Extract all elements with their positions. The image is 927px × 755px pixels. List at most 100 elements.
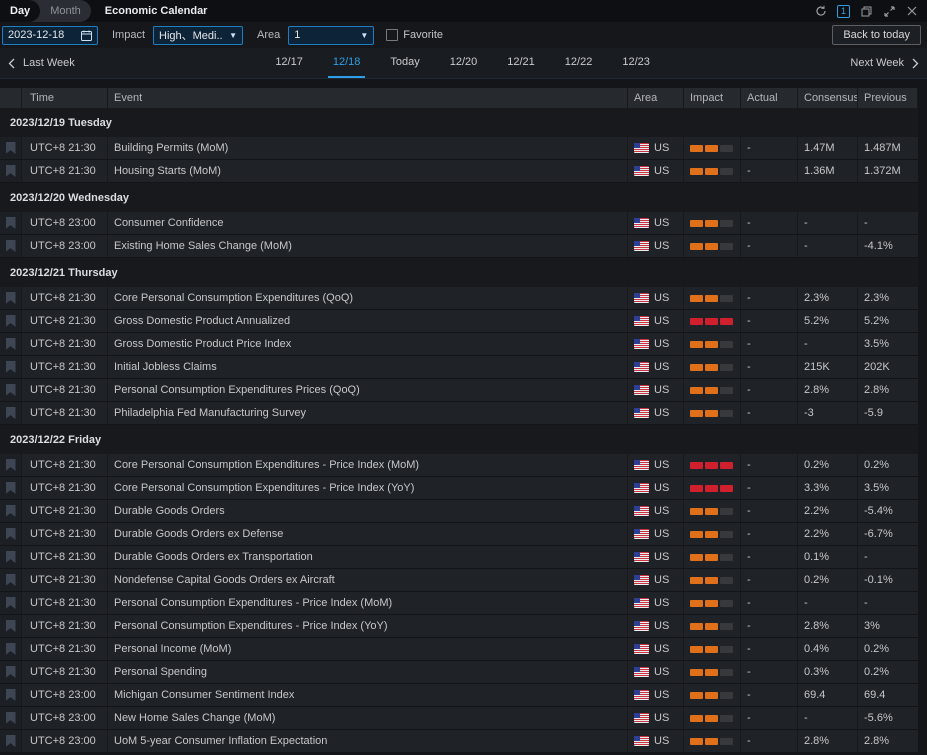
restore-icon[interactable] — [859, 4, 873, 18]
bookmark-cell — [0, 160, 22, 182]
bookmark-icon[interactable] — [5, 574, 16, 586]
bookmark-icon[interactable] — [5, 240, 16, 252]
bookmark-icon[interactable] — [5, 361, 16, 373]
economic-calendar-window: Day Month Economic Calendar 1 2023-12-18… — [0, 0, 927, 755]
event-row[interactable]: UTC+8 21:30 Durable Goods Orders ex Defen… — [0, 523, 918, 546]
date-picker-input[interactable]: 2023-12-18 — [2, 25, 98, 45]
event-consensus: - — [798, 212, 858, 234]
event-area: US — [628, 160, 684, 182]
impact-filter-value: High、Medi... — [159, 30, 224, 42]
bookmark-icon[interactable] — [5, 384, 16, 396]
impact-filter-dropdown[interactable]: High、Medi... ▼ — [153, 25, 244, 45]
next-week-button[interactable]: Next Week — [850, 48, 919, 78]
event-actual: - — [741, 661, 798, 683]
event-row[interactable]: UTC+8 21:30 Philadelphia Fed Manufacturin… — [0, 402, 918, 425]
refresh-icon[interactable] — [814, 4, 828, 18]
event-consensus: 2.2% — [798, 523, 858, 545]
event-row[interactable]: UTC+8 21:30 Personal Income (MoM) US -0.4% 0… — [0, 638, 918, 661]
event-row[interactable]: UTC+8 21:30 Initial Jobless Claims US -215K… — [0, 356, 918, 379]
event-row[interactable]: UTC+8 21:30 Personal Consumption Expendit… — [0, 592, 918, 615]
week-day[interactable]: Today — [385, 48, 424, 78]
impact-bars-medium — [690, 576, 733, 584]
bookmark-icon[interactable] — [5, 597, 16, 609]
bookmark-icon[interactable] — [5, 407, 16, 419]
bookmark-icon[interactable] — [5, 315, 16, 327]
chevron-down-icon: ▼ — [229, 30, 238, 40]
week-day[interactable]: 12/22 — [560, 48, 598, 78]
us-flag-icon — [634, 362, 649, 372]
event-row[interactable]: UTC+8 21:30 Core Personal Consumption Exp… — [0, 287, 918, 310]
event-row[interactable]: UTC+8 21:30 Personal Consumption Expendit… — [0, 379, 918, 402]
impact-indicator — [684, 638, 741, 660]
event-row[interactable]: UTC+8 21:30 Personal Spending US -0.3% 0.2% — [0, 661, 918, 684]
expand-icon[interactable] — [882, 4, 896, 18]
event-row[interactable]: UTC+8 21:30 Durable Goods Orders US -2.2% -5… — [0, 500, 918, 523]
event-row[interactable]: UTC+8 21:30 Core Personal Consumption Exp… — [0, 477, 918, 500]
week-day[interactable]: 12/21 — [502, 48, 540, 78]
event-area: US — [628, 546, 684, 568]
bookmark-icon[interactable] — [5, 459, 16, 471]
event-row[interactable]: UTC+8 21:30 Core Personal Consumption Exp… — [0, 454, 918, 477]
bookmark-icon[interactable] — [5, 142, 16, 154]
area-filter-dropdown[interactable]: 1 ▼ — [288, 25, 375, 45]
tab-day[interactable]: Day — [0, 0, 41, 22]
bookmark-icon[interactable] — [5, 482, 16, 494]
last-week-button[interactable]: Last Week — [8, 48, 75, 78]
header-consensus: Consensus — [798, 88, 858, 108]
bookmark-icon[interactable] — [5, 528, 16, 540]
header-pin-column — [0, 88, 22, 108]
event-consensus: 2.8% — [798, 730, 858, 752]
event-row[interactable]: UTC+8 21:30 Nondefense Capital Goods Orde… — [0, 569, 918, 592]
event-name: Durable Goods Orders — [108, 500, 628, 522]
bookmark-icon[interactable] — [5, 643, 16, 655]
week-day[interactable]: 12/20 — [445, 48, 483, 78]
panel-count-badge[interactable]: 1 — [837, 4, 850, 18]
event-consensus: 2.8% — [798, 615, 858, 637]
week-navigation: Last Week 12/17 12/18 Today 12/20 12/21 12/22… — [0, 48, 927, 79]
header-event: Event — [108, 88, 628, 108]
bookmark-icon[interactable] — [5, 666, 16, 678]
bookmark-icon[interactable] — [5, 292, 16, 304]
bookmark-icon[interactable] — [5, 165, 16, 177]
favorite-checkbox[interactable] — [386, 29, 399, 41]
area-label: US — [654, 315, 670, 327]
event-row[interactable]: UTC+8 23:00 New Home Sales Change (MoM) US… — [0, 707, 918, 730]
bookmark-icon[interactable] — [5, 712, 16, 724]
event-previous: 0.2% — [864, 666, 890, 678]
bookmark-icon[interactable] — [5, 551, 16, 563]
area-label: US — [654, 165, 670, 177]
favorite-checkbox-wrap[interactable]: Favorite — [386, 29, 443, 41]
bookmark-icon[interactable] — [5, 689, 16, 701]
event-name: Personal Consumption Expenditures - Pric… — [108, 615, 628, 637]
tab-month[interactable]: Month — [40, 0, 91, 22]
bookmark-cell — [0, 310, 22, 332]
event-row[interactable]: UTC+8 21:30 Gross Domestic Product Annual… — [0, 310, 918, 333]
close-icon[interactable] — [905, 4, 919, 18]
event-row[interactable]: UTC+8 21:30 Durable Goods Orders ex Trans… — [0, 546, 918, 569]
week-day-selected[interactable]: 12/18 — [327, 48, 366, 78]
event-row[interactable]: UTC+8 21:30 Housing Starts (MoM) US -1.36M 1… — [0, 160, 918, 183]
event-name: Gross Domestic Product Annualized — [108, 310, 628, 332]
event-row[interactable]: UTC+8 21:30 Personal Consumption Expendit… — [0, 615, 918, 638]
bookmark-icon[interactable] — [5, 735, 16, 747]
event-row[interactable]: UTC+8 21:30 Gross Domestic Product Price … — [0, 333, 918, 356]
week-day[interactable]: 12/17 — [270, 48, 308, 78]
event-actual: - — [741, 615, 798, 637]
event-row[interactable]: UTC+8 23:00 Existing Home Sales Change (M… — [0, 235, 918, 258]
impact-indicator — [684, 615, 741, 637]
event-row[interactable]: UTC+8 23:00 UoM 5-year Consumer Inflation… — [0, 730, 918, 753]
event-row[interactable]: UTC+8 23:00 Michigan Consumer Sentiment I… — [0, 684, 918, 707]
header-previous: Previous — [858, 88, 918, 108]
bookmark-cell — [0, 287, 22, 309]
bookmark-icon[interactable] — [5, 620, 16, 632]
event-name: Gross Domestic Product Price Index — [108, 333, 628, 355]
bookmark-icon[interactable] — [5, 338, 16, 350]
event-row[interactable]: UTC+8 21:30 Building Permits (MoM) US -1.47… — [0, 137, 918, 160]
bookmark-icon[interactable] — [5, 505, 16, 517]
event-previous: -5.4% — [864, 505, 893, 517]
bookmark-icon[interactable] — [5, 217, 16, 229]
week-day[interactable]: 12/23 — [617, 48, 655, 78]
back-to-today-button[interactable]: Back to today — [832, 25, 921, 45]
event-row[interactable]: UTC+8 23:00 Consumer Confidence US - - - — [0, 212, 918, 235]
impact-indicator — [684, 402, 741, 424]
